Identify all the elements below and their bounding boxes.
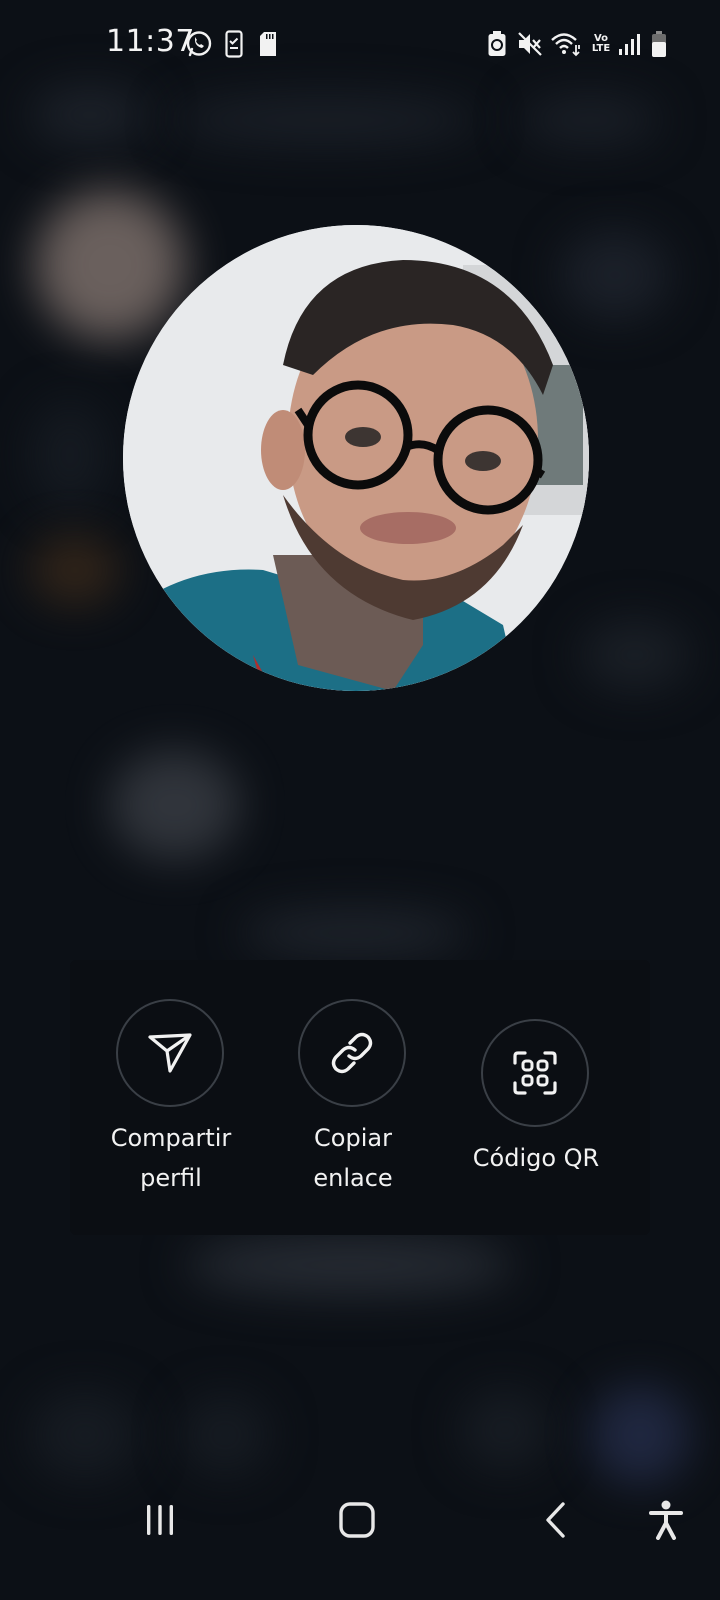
send-icon: [148, 1033, 192, 1073]
whatsapp-icon: [184, 26, 214, 62]
share-profile-label-line2: perfil: [140, 1164, 202, 1192]
qr-code-icon-circle[interactable]: [481, 1019, 589, 1127]
back-icon[interactable]: [540, 1500, 570, 1540]
status-bar: 11:37 Vo LTE: [0, 0, 720, 88]
accessibility-icon[interactable]: [645, 1498, 687, 1542]
volte-icon: Vo LTE: [590, 26, 612, 62]
volte-bottom-text: LTE: [591, 43, 611, 54]
wifi-icon: [550, 26, 582, 62]
home-icon[interactable]: [335, 1498, 379, 1542]
sd-card-icon: [258, 26, 278, 62]
battery-saver-icon: [486, 26, 508, 62]
copy-link-label: Copiar enlace: [268, 1118, 438, 1198]
share-profile-label: Compartir perfil: [86, 1118, 256, 1198]
status-time: 11:37: [106, 24, 195, 59]
qr-code-icon: [513, 1051, 557, 1095]
copy-link-label-line2: enlace: [313, 1164, 393, 1192]
link-icon-circle[interactable]: [298, 999, 406, 1107]
share-profile-label-line1: Compartir: [110, 1124, 232, 1152]
qr-code-label: Código QR: [451, 1138, 621, 1178]
send-icon-circle[interactable]: [116, 999, 224, 1107]
signal-icon: [618, 26, 642, 62]
phone-checklist-icon: [224, 26, 244, 62]
battery-icon: [650, 26, 668, 62]
qr-code-label-line1: Código QR: [472, 1144, 600, 1172]
link-icon: [331, 1032, 373, 1074]
recents-icon[interactable]: [140, 1500, 180, 1540]
profile-avatar: [123, 225, 589, 691]
mute-icon: [516, 26, 544, 62]
copy-link-label-line1: Copiar: [314, 1124, 392, 1152]
